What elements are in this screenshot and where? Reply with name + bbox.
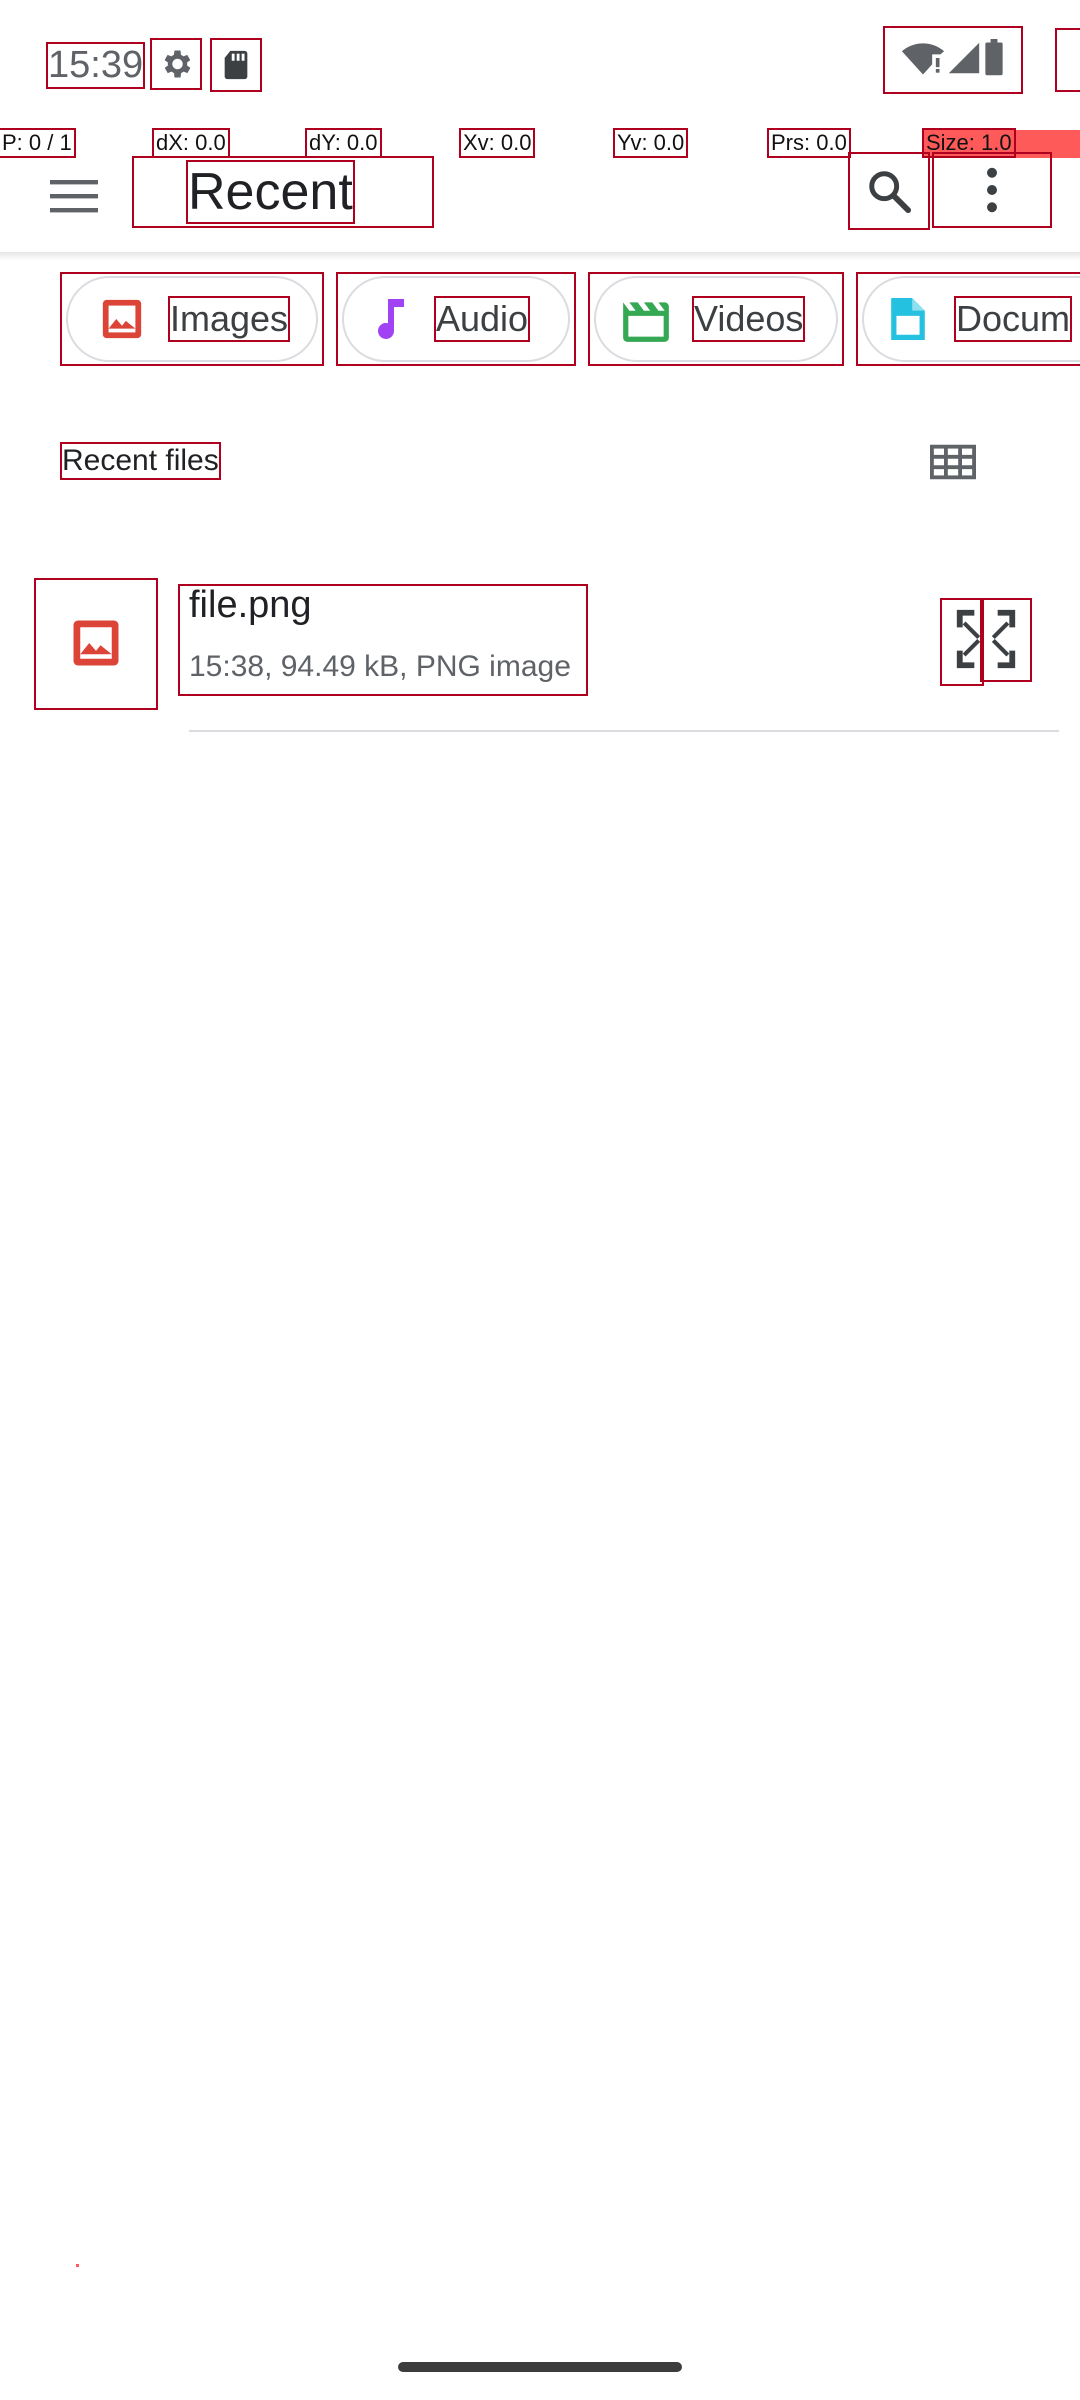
chip-label: Audio — [433, 296, 531, 342]
music-note-icon — [356, 294, 420, 344]
section-title: Recent files — [60, 442, 221, 480]
chip-label: Videos — [691, 296, 806, 342]
file-thumbnail[interactable] — [34, 578, 158, 710]
overlay-dy: dY: 0.0 — [305, 128, 382, 158]
document-icon — [876, 293, 940, 345]
image-icon — [90, 296, 154, 342]
settings-gear-icon — [150, 38, 202, 90]
image-icon — [69, 616, 123, 675]
app-bar-shadow — [0, 252, 1080, 260]
wifi-alert-icon — [901, 39, 945, 82]
list-divider — [189, 730, 1059, 732]
overlay-prs: Prs: 0.0 — [767, 128, 851, 158]
file-meta: 15:38, 94.49 kB, PNG image — [189, 650, 571, 683]
overlay-yv: Yv: 0.0 — [612, 128, 689, 158]
more-vert-icon[interactable] — [932, 152, 1052, 228]
overlay-size: Size: 1.0 — [922, 128, 1016, 158]
chip-label: Images — [167, 296, 291, 342]
file-name: file.png — [189, 584, 312, 626]
overlay-dx: dX: 0.0 — [152, 128, 230, 158]
chip-images[interactable]: Images — [66, 276, 318, 362]
gesture-nav-handle[interactable] — [398, 2362, 682, 2372]
touch-trace-dot — [76, 2264, 79, 2267]
cellular-signal-icon — [945, 39, 983, 82]
overlay-pointer: P: 0 / 1 — [0, 128, 76, 158]
chip-label: Docum — [953, 296, 1073, 342]
chip-videos[interactable]: Videos — [594, 276, 838, 362]
menu-icon[interactable] — [44, 166, 104, 226]
page-title: Recent — [186, 160, 355, 224]
battery-icon — [983, 38, 1005, 82]
chip-audio[interactable]: Audio — [342, 276, 570, 362]
status-time: 15:39 — [45, 42, 146, 89]
status-right-icons — [883, 26, 1023, 94]
search-icon[interactable] — [848, 152, 930, 230]
status-edge-indicator — [1055, 28, 1080, 92]
grid-view-icon[interactable] — [926, 440, 980, 484]
chip-documents[interactable]: Docum — [862, 276, 1080, 362]
overlay-xv: Xv: 0.0 — [458, 128, 536, 158]
expand-icon[interactable] — [940, 598, 1032, 686]
video-clapper-icon — [614, 296, 678, 342]
sd-card-icon — [210, 38, 262, 92]
